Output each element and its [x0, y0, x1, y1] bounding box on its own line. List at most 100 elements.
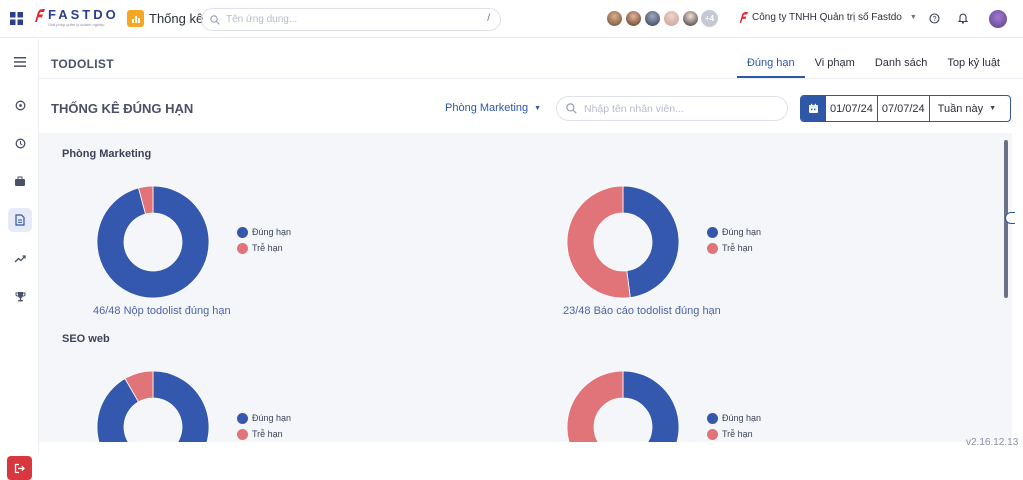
logout-icon	[14, 463, 25, 473]
avatar[interactable]	[644, 10, 661, 27]
sidebar-item-todolist[interactable]	[8, 208, 32, 232]
date-from[interactable]: 01/07/24	[826, 96, 878, 121]
company-logo-icon	[739, 12, 748, 23]
donut-chart-seo-submit[interactable]	[96, 370, 210, 442]
app-title: Thống kê	[149, 11, 204, 26]
section-title: THỐNG KÊ ĐÚNG HẠN	[51, 101, 194, 116]
group-title: Phòng Marketing	[62, 148, 152, 160]
employee-search-input[interactable]	[584, 102, 779, 115]
sidebar-item-trend[interactable]	[8, 246, 32, 270]
chevron-down-icon: ▼	[534, 104, 542, 112]
page-title: TODOLIST	[51, 57, 114, 71]
trend-icon	[14, 254, 26, 262]
department-value: Phòng Marketing	[445, 102, 529, 114]
legend-late: Trễ hạn	[252, 429, 283, 439]
legend-on-time: Đúng hạn	[252, 413, 292, 423]
legend-late: Trễ hạn	[252, 243, 283, 253]
legend-dot-on-time	[237, 226, 248, 238]
legend-on-time: Đúng hạn	[722, 413, 762, 423]
legend-dot-on-time	[237, 412, 248, 424]
avatar[interactable]	[663, 10, 680, 27]
sidebar-item-dashboard[interactable]	[8, 93, 32, 117]
slice-on-time[interactable]	[622, 185, 680, 298]
date-to[interactable]: 07/07/24	[878, 96, 930, 121]
briefcase-icon	[15, 176, 25, 186]
menu-icon[interactable]	[8, 50, 32, 74]
chevron-down-icon: ▼	[989, 105, 997, 112]
svg-text:?: ?	[933, 16, 937, 23]
bell-icon[interactable]	[957, 12, 969, 24]
donut-chart-seo-report[interactable]	[566, 370, 680, 442]
logout-button[interactable]	[7, 456, 32, 480]
app-grid-icon[interactable]	[10, 12, 23, 25]
legend-late: Trễ hạn	[722, 243, 753, 253]
company-name: Công ty TNHH Quản trị số Fastdo	[752, 11, 902, 23]
chart-legend: Đúng hạn Trễ hạn	[707, 224, 761, 256]
period-select[interactable]: Tuần này ▼	[930, 96, 996, 121]
legend-dot-on-time	[707, 226, 718, 238]
legend-dot-late	[707, 428, 718, 440]
chart-caption: 46/48 Nộp todolist đúng hạn	[93, 305, 231, 317]
search-icon	[210, 14, 220, 25]
slice-late[interactable]	[566, 370, 624, 442]
tab-bar: Đúng hạn Vi phạm Danh sách Top kỷ luật	[736, 53, 1010, 78]
date-range-picker: 01/07/24 07/07/24 Tuần này ▼	[800, 95, 1011, 122]
user-avatar[interactable]	[989, 10, 1007, 28]
legend-late: Trễ hạn	[722, 429, 753, 439]
group-title: SEO web	[62, 333, 110, 345]
legend-dot-late	[237, 242, 248, 254]
clock-icon	[15, 138, 25, 148]
calendar-icon	[809, 103, 818, 113]
avatar[interactable]	[682, 10, 699, 27]
top-bar: FASTDO Giải pháp quản lý doanh nghiệp Th…	[0, 0, 1023, 38]
logo-text: FASTDO	[48, 7, 119, 22]
avatar[interactable]	[625, 10, 642, 27]
legend-on-time: Đúng hạn	[252, 227, 292, 237]
chart-legend: Đúng hạn Trễ hạn	[707, 410, 761, 442]
company-switcher[interactable]: Công ty TNHH Quản trị số Fastdo ▼	[738, 11, 917, 23]
page-header: TODOLIST Đúng hạn Vi phạm Danh sách Top …	[39, 39, 1023, 79]
legend-dot-on-time	[707, 412, 718, 424]
online-users[interactable]: +4	[606, 10, 718, 27]
sidebar	[0, 39, 39, 480]
legend-on-time: Đúng hạn	[722, 227, 762, 237]
department-select[interactable]: Phòng Marketing ▼	[445, 102, 541, 114]
gauge-icon	[15, 100, 25, 110]
slice-late[interactable]	[566, 185, 631, 299]
sidebar-item-ranking[interactable]	[8, 284, 32, 308]
tab-list[interactable]: Danh sách	[865, 53, 938, 78]
document-icon	[15, 214, 25, 226]
legend-dot-late	[707, 242, 718, 254]
chart-legend: Đúng hạn Trễ hạn	[237, 410, 291, 442]
search-shortcut: /	[487, 13, 490, 24]
tab-top-discipline[interactable]: Top kỷ luật	[937, 53, 1010, 78]
donut-chart-report[interactable]	[566, 185, 680, 299]
slice-on-time[interactable]	[622, 370, 680, 442]
legend-dot-late	[237, 428, 248, 440]
calendar-button[interactable]	[801, 96, 826, 121]
search-icon	[566, 103, 577, 114]
version-label: v2.16.12.13	[966, 437, 1019, 448]
app-search-input[interactable]	[226, 14, 476, 25]
employee-search[interactable]	[556, 96, 788, 121]
side-panel-toggle[interactable]	[1005, 212, 1015, 224]
help-icon[interactable]: ?	[929, 13, 940, 24]
app-search[interactable]: /	[201, 8, 501, 31]
chart-legend: Đúng hạn Trễ hạn	[237, 224, 291, 256]
stats-app-icon	[127, 10, 144, 27]
donut-chart-submit[interactable]	[96, 185, 210, 299]
chart-caption: 23/48 Báo cáo todolist đúng hạn	[563, 305, 721, 317]
chevron-down-icon: ▼	[909, 13, 917, 21]
logo-tagline: Giải pháp quản lý doanh nghiệp	[48, 22, 105, 27]
tab-violations[interactable]: Vi phạm	[805, 53, 865, 78]
trophy-icon	[15, 291, 25, 301]
fastdo-logo[interactable]: FASTDO Giải pháp quản lý doanh nghiệp	[33, 8, 119, 27]
sidebar-item-work[interactable]	[8, 169, 32, 193]
chart-panel[interactable]: Phòng Marketing Đúng hạn Trễ hạn 46/48 N…	[39, 133, 1012, 442]
avatar[interactable]	[606, 10, 623, 27]
period-value: Tuần này	[937, 102, 984, 115]
more-users-badge[interactable]: +4	[701, 10, 718, 27]
tab-on-time[interactable]: Đúng hạn	[736, 53, 805, 78]
logo-mark-icon	[35, 9, 45, 22]
sidebar-item-clock[interactable]	[8, 131, 32, 155]
